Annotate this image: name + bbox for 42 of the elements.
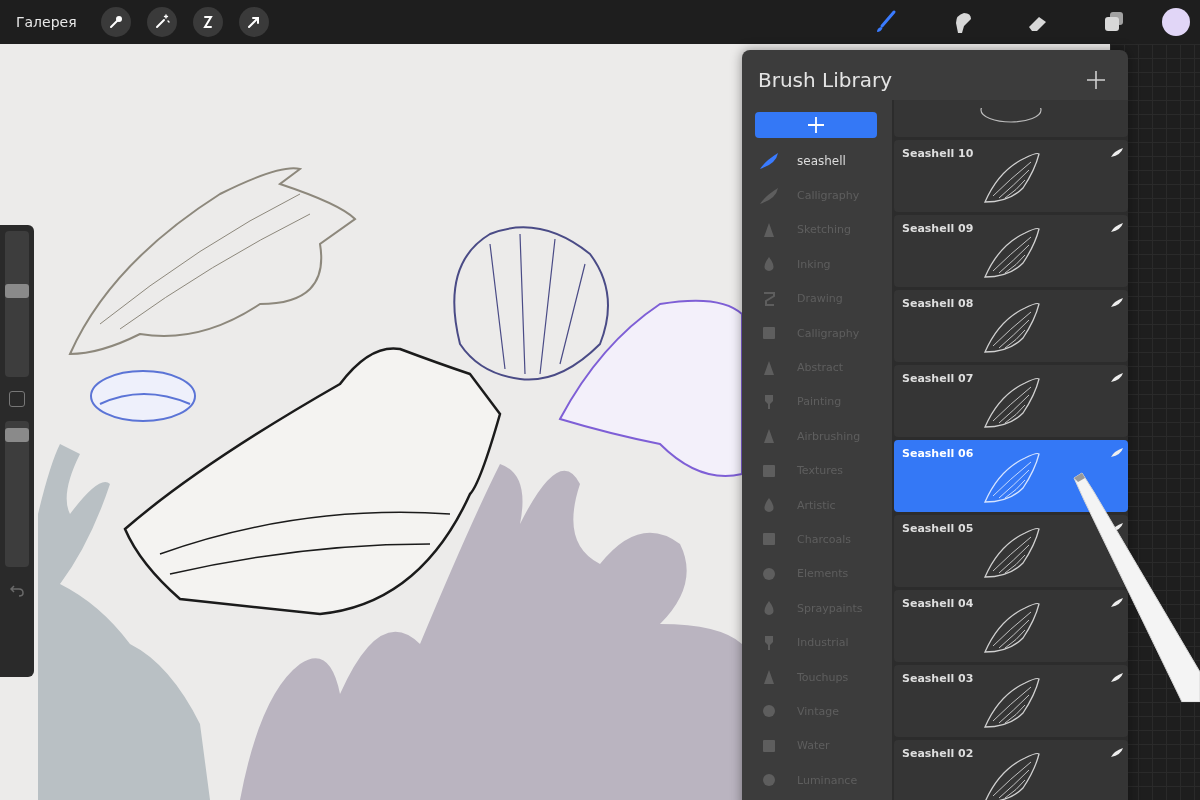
- magic-wand-icon[interactable]: [146, 7, 177, 37]
- wrench-icon[interactable]: [100, 7, 131, 37]
- brush-stroke-icon: [759, 152, 779, 171]
- brush-name: Seashell 04: [902, 597, 974, 610]
- panel-title: Brush Library: [758, 68, 892, 92]
- slider-thumb[interactable]: [5, 283, 29, 298]
- brush-set-item[interactable]: seashell: [755, 144, 892, 179]
- modify-button[interactable]: [9, 391, 25, 407]
- add-icon[interactable]: [1086, 70, 1106, 90]
- brush-name: Seashell 08: [902, 297, 974, 310]
- brush-name: Seashell 06: [902, 447, 974, 460]
- brush-card[interactable]: Seashell 08: [894, 290, 1128, 362]
- brush-stroke-icon: [1111, 448, 1123, 457]
- brush-card[interactable]: Seashell 09: [894, 215, 1128, 287]
- brush-card[interactable]: Seashell 10: [894, 140, 1128, 212]
- brush-stroke-icon: [1111, 673, 1123, 682]
- brush-card[interactable]: Seashell 05: [894, 515, 1128, 587]
- gallery-link[interactable]: Галерея: [16, 14, 77, 30]
- brush-name: Seashell 05: [902, 522, 974, 535]
- slider-thumb[interactable]: [5, 427, 29, 442]
- opacity-slider[interactable]: [5, 421, 29, 567]
- brush-stroke-icon: [1111, 373, 1123, 382]
- brush-stroke-icon: [1111, 298, 1123, 307]
- current-color-swatch[interactable]: [1162, 8, 1190, 36]
- brush-name: Seashell 09: [902, 222, 974, 235]
- brush-stroke-icon: [759, 186, 779, 205]
- brush-name: Seashell 10: [902, 147, 974, 160]
- undo-icon[interactable]: [10, 585, 24, 597]
- brush-stroke-icon: [1111, 748, 1123, 757]
- brush-card[interactable]: Seashell 03: [894, 665, 1128, 737]
- s-curve-icon[interactable]: [192, 7, 223, 37]
- brush-stroke-icon: [1111, 223, 1123, 232]
- brush-stroke-icon: [1111, 148, 1123, 157]
- brush-size-slider[interactable]: [5, 231, 29, 377]
- brush-card[interactable]: Seashell 02: [894, 740, 1128, 800]
- brush-card[interactable]: Seashell 04: [894, 590, 1128, 662]
- brush-name: Seashell 07: [902, 372, 974, 385]
- brush-name: Seashell 03: [902, 672, 974, 685]
- brush-stroke-icon: [1111, 598, 1123, 607]
- brush-name: Seashell 02: [902, 747, 974, 760]
- brush-card[interactable]: Seashell 07: [894, 365, 1128, 437]
- brush-card[interactable]: Seashell 06: [894, 440, 1128, 512]
